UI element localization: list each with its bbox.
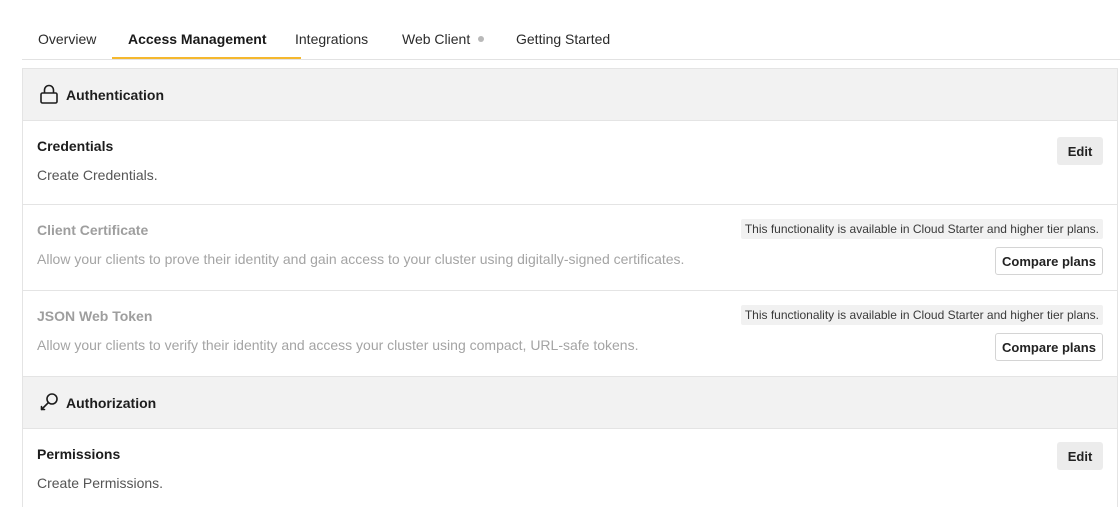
- client-certificate-compare-plans-button[interactable]: Compare plans: [995, 247, 1103, 275]
- authorization-section-header: Authorization: [23, 377, 1117, 429]
- credentials-name: Credentials: [37, 138, 114, 154]
- client-certificate-plan-notice: This functionality is available in Cloud…: [740, 219, 1103, 239]
- tab-getting-started[interactable]: Getting Started: [516, 31, 610, 47]
- tab-bar: Overview Access Management Integrations …: [22, 0, 1120, 60]
- tab-web-client[interactable]: Web Client: [402, 31, 485, 47]
- json-web-token-row: JSON Web Token Allow your clients to ver…: [23, 291, 1117, 377]
- permissions-name: Permissions: [37, 446, 121, 462]
- status-dot-icon: [478, 36, 485, 42]
- authentication-title: Authentication: [66, 87, 164, 103]
- json-web-token-description: Allow your clients to verify their ident…: [37, 337, 639, 353]
- credentials-edit-button[interactable]: Edit: [1057, 137, 1103, 165]
- permissions-edit-button[interactable]: Edit: [1057, 442, 1103, 470]
- json-web-token-name: JSON Web Token: [37, 308, 153, 324]
- permissions-description: Create Permissions.: [37, 475, 164, 491]
- key-icon: [40, 393, 58, 411]
- json-web-token-plan-notice: This functionality is available in Cloud…: [740, 305, 1103, 325]
- credentials-row: Credentials Create Credentials. Edit: [23, 121, 1117, 205]
- active-tab-indicator: [112, 57, 301, 59]
- authentication-section-header: Authentication: [23, 69, 1117, 121]
- credentials-description: Create Credentials.: [37, 167, 158, 183]
- json-web-token-compare-plans-button[interactable]: Compare plans: [995, 333, 1103, 361]
- lock-icon: [40, 84, 58, 104]
- permissions-row: Permissions Create Permissions. Edit: [23, 429, 1117, 507]
- tab-integrations[interactable]: Integrations: [295, 31, 368, 47]
- tab-web-client-label: Web Client: [402, 31, 471, 47]
- client-certificate-description: Allow your clients to prove their identi…: [37, 251, 685, 267]
- tab-overview[interactable]: Overview: [38, 31, 96, 47]
- tab-access-management[interactable]: Access Management: [128, 31, 267, 47]
- access-management-panel: Authentication Credentials Create Creden…: [22, 68, 1118, 507]
- client-certificate-row: Client Certificate Allow your clients to…: [23, 205, 1117, 291]
- authorization-title: Authorization: [66, 395, 157, 411]
- client-certificate-name: Client Certificate: [37, 222, 149, 238]
